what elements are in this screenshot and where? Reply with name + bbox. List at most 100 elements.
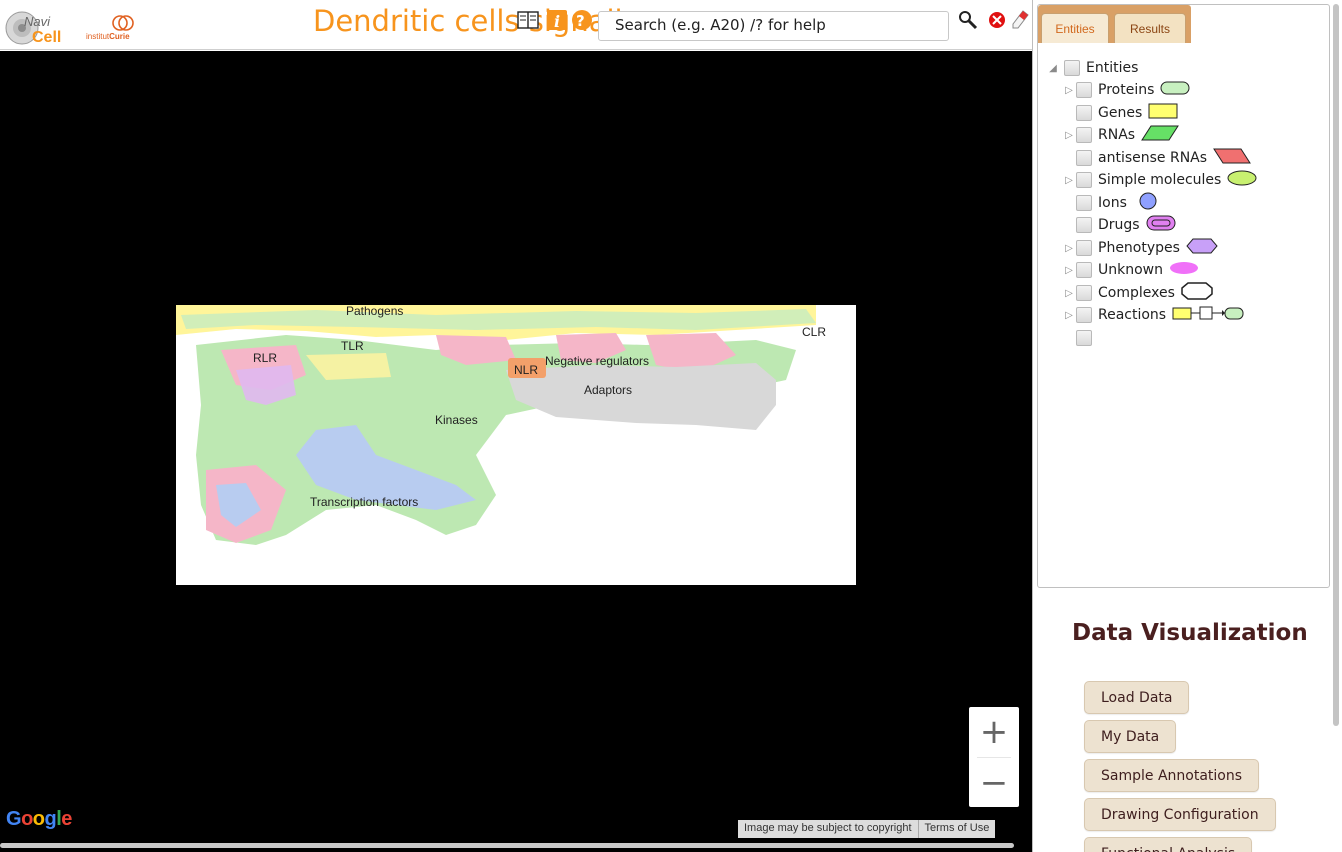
- clear-search-icon[interactable]: [987, 9, 1007, 31]
- book-icon[interactable]: [517, 9, 539, 31]
- google-logo-letter: o: [21, 808, 33, 830]
- tree-item-reactions[interactable]: ▷ Reactions: [1062, 304, 1244, 326]
- header-bar: Navi Cell institutCurie Dendritic cells …: [0, 0, 1032, 50]
- map-label-negative-regulators: Negative regulators: [545, 354, 649, 368]
- terms-of-use-link[interactable]: Terms of Use: [918, 820, 996, 838]
- unknown-shape-icon: [1169, 261, 1199, 279]
- tree-checkbox[interactable]: [1076, 82, 1092, 98]
- tree-checkbox[interactable]: [1076, 127, 1092, 143]
- help-icon[interactable]: ?: [571, 9, 593, 31]
- tree-item-rnas[interactable]: ▷ RNAs: [1062, 124, 1179, 146]
- phenotype-shape-icon: [1186, 238, 1218, 258]
- tree-checkbox[interactable]: [1076, 105, 1092, 121]
- svg-text:?: ?: [576, 12, 585, 30]
- copyright-notice: Image may be subject to copyright: [738, 820, 918, 838]
- zoom-control: + −: [969, 707, 1019, 807]
- navicell-app: Navi Cell institutCurie Dendritic cells …: [0, 0, 1342, 852]
- gene-shape-icon: [1148, 103, 1178, 123]
- map-label-adaptors: Adaptors: [584, 383, 632, 397]
- drawing-configuration-button[interactable]: Drawing Configuration: [1084, 798, 1276, 831]
- map-label-pathogens: Pathogens: [346, 305, 403, 318]
- my-data-button[interactable]: My Data: [1084, 720, 1177, 753]
- data-visualization-title: Data Visualization: [1072, 620, 1308, 646]
- collapse-triangle-icon[interactable]: ◢: [1046, 61, 1060, 75]
- zoom-out-button[interactable]: −: [969, 758, 1019, 808]
- tree-checkbox[interactable]: [1076, 330, 1092, 346]
- entities-panel: Entities Results ◢ Entities ▷ Proteins G…: [1037, 4, 1330, 588]
- tree-checkbox[interactable]: [1076, 307, 1092, 323]
- tree-item-phenotypes[interactable]: ▷ Phenotypes: [1062, 237, 1218, 259]
- tree-checkbox[interactable]: [1064, 60, 1080, 76]
- tab-results[interactable]: Results: [1114, 13, 1186, 43]
- expand-triangle-icon[interactable]: ▷: [1062, 83, 1076, 97]
- tree-item-antisense-rnas[interactable]: antisense RNAs: [1062, 147, 1251, 169]
- svg-text:institutCurie: institutCurie: [86, 32, 130, 41]
- expand-triangle-icon[interactable]: ▷: [1062, 128, 1076, 142]
- map-overview-image[interactable]: Pathogens RLR TLR NLR Negative regulator…: [176, 304, 856, 585]
- expand-triangle-icon[interactable]: ▷: [1062, 241, 1076, 255]
- map-label-transcription-factors: Transcription factors: [310, 495, 418, 509]
- map-label-clr: CLR: [802, 325, 826, 339]
- simple-molecule-shape-icon: [1227, 170, 1257, 190]
- map-label-tlr: TLR: [341, 339, 364, 353]
- tree-checkbox[interactable]: [1076, 217, 1092, 233]
- institut-curie-logo[interactable]: institutCurie: [86, 14, 136, 42]
- tree-item-label: Simple molecules: [1098, 172, 1222, 188]
- tree-item-simple-molecules[interactable]: ▷ Simple molecules: [1062, 169, 1257, 191]
- tree-root-label: Entities: [1086, 60, 1139, 76]
- google-logo-letter: G: [6, 808, 22, 830]
- eraser-icon[interactable]: [1010, 9, 1030, 31]
- tree-checkbox[interactable]: [1076, 172, 1092, 188]
- zoom-in-button[interactable]: +: [969, 707, 1019, 757]
- google-logo-letter: e: [61, 808, 72, 830]
- tree-checkbox[interactable]: [1076, 195, 1092, 211]
- tree-item-genes[interactable]: Genes: [1062, 102, 1178, 124]
- tree-item-label: Genes: [1098, 105, 1143, 121]
- tree-item-label: Complexes: [1098, 285, 1175, 301]
- expand-triangle-icon[interactable]: ▷: [1062, 286, 1076, 300]
- map-canvas[interactable]: Pathogens RLR TLR NLR Negative regulator…: [0, 51, 1032, 852]
- tree-item-label: Reactions: [1098, 307, 1167, 323]
- tree-checkbox[interactable]: [1076, 262, 1092, 278]
- right-panel: Entities Results ◢ Entities ▷ Proteins G…: [1032, 0, 1342, 852]
- google-logo[interactable]: Google: [6, 808, 72, 831]
- panel-vertical-scrollbar[interactable]: [1333, 4, 1339, 726]
- tree-checkbox[interactable]: [1076, 150, 1092, 166]
- map-attribution: Image may be subject to copyright Terms …: [738, 820, 996, 838]
- tree-item-empty[interactable]: [1062, 327, 1098, 349]
- map-label-rlr: RLR: [253, 351, 277, 365]
- tab-entities[interactable]: Entities: [1041, 13, 1109, 43]
- map-label-kinases: Kinases: [435, 413, 478, 427]
- protein-shape-icon: [1160, 81, 1190, 99]
- tree-item-ions[interactable]: Ions: [1062, 192, 1157, 214]
- tree-item-drugs[interactable]: Drugs: [1062, 214, 1176, 236]
- expand-triangle-icon[interactable]: ▷: [1062, 173, 1076, 187]
- svg-text:Cell: Cell: [32, 29, 61, 46]
- tree-item-unknown[interactable]: ▷ Unknown: [1062, 259, 1199, 281]
- load-data-button[interactable]: Load Data: [1084, 681, 1190, 714]
- tree-checkbox[interactable]: [1076, 285, 1092, 301]
- tab-bar: Entities Results: [1038, 5, 1191, 43]
- expand-triangle-icon[interactable]: ▷: [1062, 263, 1076, 277]
- tree-item-proteins[interactable]: ▷ Proteins: [1062, 79, 1190, 101]
- functional-analysis-button[interactable]: Functional Analysis: [1084, 837, 1253, 852]
- map-horizontal-scrollbar[interactable]: [0, 843, 1014, 848]
- search-icon[interactable]: [957, 9, 979, 31]
- navicell-logo[interactable]: Navi Cell: [2, 8, 82, 46]
- search-input[interactable]: Search (e.g. A20) /? for help: [598, 11, 949, 41]
- tree-checkbox[interactable]: [1076, 240, 1092, 256]
- svg-text:Navi: Navi: [24, 14, 51, 29]
- tree-item-label: antisense RNAs: [1098, 150, 1208, 166]
- complex-shape-icon: [1181, 282, 1213, 304]
- tree-item-label: Proteins: [1098, 82, 1155, 98]
- expand-triangle-icon[interactable]: ▷: [1062, 308, 1076, 322]
- sample-annotations-button[interactable]: Sample Annotations: [1084, 759, 1260, 792]
- tree-root-row[interactable]: ◢ Entities: [1046, 57, 1138, 79]
- tree-item-complexes[interactable]: ▷ Complexes: [1062, 282, 1213, 304]
- info-icon[interactable]: i: [546, 9, 568, 31]
